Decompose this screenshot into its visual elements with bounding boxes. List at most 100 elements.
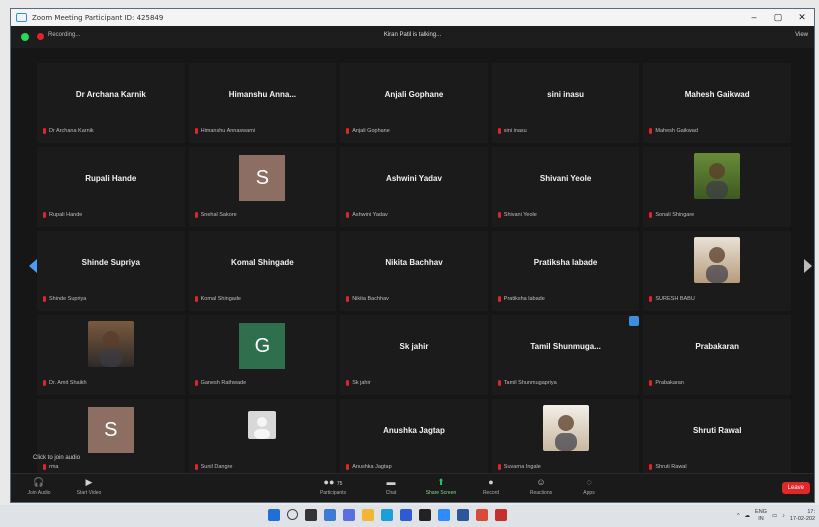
- share-screen-label: Share Screen: [425, 490, 457, 496]
- task-view-icon[interactable]: [305, 509, 317, 521]
- participant-tile[interactable]: Dr Archana Karnik Dr Archana Karnik: [37, 63, 185, 143]
- participant-name-text: Shivani Yeole: [503, 212, 537, 218]
- participant-name-text: Himanshu Annaswami: [200, 128, 256, 134]
- participant-display-name: Anjali Gophane: [384, 90, 444, 100]
- media-icon[interactable]: [495, 509, 507, 521]
- mic-muted-icon: [346, 380, 350, 386]
- record-button[interactable]: ● Record: [469, 477, 513, 496]
- participant-tile[interactable]: Sunil Dangre: [188, 399, 337, 479]
- participant-tile[interactable]: sini inasu sini inasu: [491, 63, 640, 143]
- mic-muted-icon: [194, 212, 198, 218]
- next-page-arrow-icon[interactable]: [804, 259, 812, 273]
- start-menu-icon[interactable]: [268, 509, 280, 521]
- participant-display-name: Prabakaran: [695, 342, 739, 352]
- participant-tile[interactable]: Suvarna Ingale: [491, 399, 640, 479]
- maximize-button[interactable]: ▢: [766, 9, 790, 26]
- language-code: ENG: [755, 509, 767, 515]
- apps-icon: ◌: [586, 477, 592, 487]
- start-video-button[interactable]: ▶ Start Video: [67, 477, 111, 496]
- share-screen-button[interactable]: ⬆ Share Screen: [419, 477, 463, 496]
- participant-tile[interactable]: Anushka Jagtap Anushka Jagtap: [340, 399, 488, 479]
- participant-tile[interactable]: Srma: [37, 399, 185, 479]
- participant-photo: [87, 321, 134, 367]
- widgets-icon[interactable]: [324, 509, 336, 521]
- participant-name-label: Shruti Rawal: [649, 464, 687, 470]
- participant-name-text: Mahesh Gaikwad: [655, 128, 698, 134]
- participant-tile[interactable]: Dr. Amit Shaikh: [37, 315, 185, 395]
- participant-tile[interactable]: Sonali Shingare: [643, 147, 791, 227]
- mic-muted-icon: [346, 128, 350, 134]
- chrome-icon[interactable]: [476, 509, 488, 521]
- apps-button[interactable]: ◌ Apps: [567, 477, 611, 496]
- participant-tile[interactable]: Sk jahir Sk jahir: [340, 315, 488, 395]
- participant-avatar: G: [239, 323, 286, 369]
- participant-tile[interactable]: Rupali Hande Rupali Hande: [37, 147, 185, 227]
- minimize-button[interactable]: –: [742, 9, 766, 26]
- leave-button[interactable]: Leave: [781, 482, 810, 494]
- system-tray: ^ ☁ ENG IN ▭ ♪ 17: 17-02-202: [737, 509, 815, 523]
- zoom-app-icon: [16, 13, 27, 22]
- file-explorer-icon[interactable]: [362, 509, 374, 521]
- participant-name-text: Ashwini Yadav: [352, 212, 388, 218]
- participant-tile[interactable]: Himanshu Anna... Himanshu Annaswami: [188, 63, 337, 143]
- video-off-icon: ▶: [85, 477, 93, 487]
- participant-name-text: Shruti Rawal: [655, 464, 687, 470]
- participant-tile[interactable]: Ashwini Yadav Ashwini Yadav: [340, 147, 488, 227]
- participant-display-name: Anushka Jagtap: [383, 426, 445, 436]
- participant-tile[interactable]: Mahesh Gaikwad Mahesh Gaikwad: [643, 63, 791, 143]
- participant-display-name: Ashwini Yadav: [386, 174, 442, 184]
- join-audio-button[interactable]: 🎧 Join Audio: [17, 477, 61, 496]
- zoom-taskbar-icon[interactable]: [438, 509, 450, 521]
- participant-tile[interactable]: Shinde Supriya Shinde Supriya: [37, 231, 185, 311]
- participant-name-label: Anjali Gophane: [346, 128, 390, 134]
- view-button[interactable]: View: [795, 32, 808, 38]
- edge-browser-icon[interactable]: [381, 509, 393, 521]
- participant-tile[interactable]: Anjali Gophane Anjali Gophane: [340, 63, 488, 143]
- clock[interactable]: 17: 17-02-202: [790, 509, 815, 523]
- participant-tile[interactable]: Nikita Bachhav Nikita Bachhav: [340, 231, 488, 311]
- participant-name-text: Dr Archana Karnik: [49, 128, 94, 134]
- participant-tile[interactable]: Komal Shingade Komal Shingade: [188, 231, 337, 311]
- participant-tile[interactable]: Shruti Rawal Shruti Rawal: [643, 399, 791, 479]
- participant-name-text: Sunil Dangre: [200, 464, 233, 470]
- participant-avatar: S: [239, 155, 286, 201]
- monitor-icon[interactable]: ▭: [772, 513, 777, 519]
- participant-tile[interactable]: Shivani Yeole Shivani Yeole: [491, 147, 640, 227]
- participant-tile[interactable]: S Snehal Sakore: [188, 147, 337, 227]
- word-icon[interactable]: [457, 509, 469, 521]
- record-label: Record: [482, 490, 500, 496]
- participant-avatar: S: [87, 407, 134, 453]
- participant-tile[interactable]: G Ganesh Rathwade: [188, 315, 337, 395]
- participant-tile[interactable]: Tamil Shunmuga... Tamil Shunmugapriya: [491, 315, 640, 395]
- participant-tile[interactable]: Pratiksha labade Pratiksha labade: [491, 231, 640, 311]
- chevron-up-icon[interactable]: ^: [737, 513, 740, 519]
- participant-name-label: Dr Archana Karnik: [43, 128, 94, 134]
- mic-muted-icon: [194, 296, 198, 302]
- close-button[interactable]: ✕: [790, 9, 814, 26]
- participant-display-name: Shivani Yeole: [539, 174, 592, 184]
- onedrive-icon[interactable]: ☁: [745, 513, 751, 519]
- participants-button[interactable]: ●● 75 Participants: [311, 477, 355, 496]
- participant-name-text: Dr. Amit Shaikh: [49, 380, 87, 386]
- clock-time: 17:: [807, 509, 815, 515]
- mic-muted-icon: [649, 212, 653, 218]
- participant-tile[interactable]: Prabakaran Prabakaran: [643, 315, 791, 395]
- speaker-icon[interactable]: ♪: [782, 513, 785, 519]
- search-icon[interactable]: [287, 509, 298, 520]
- previous-page-arrow-icon[interactable]: [29, 259, 37, 273]
- participant-name-text: Sk jahir: [352, 380, 371, 386]
- participant-display-name: Himanshu Anna...: [228, 90, 297, 100]
- participant-tile[interactable]: SURESH BABU: [643, 231, 791, 311]
- app-icon[interactable]: [419, 509, 431, 521]
- chat-app-icon[interactable]: [343, 509, 355, 521]
- reactions-button[interactable]: ☺ Reactions: [519, 477, 563, 496]
- participant-name-text: Komal Shingade: [200, 296, 241, 302]
- chat-button[interactable]: ▬ Chat: [369, 477, 413, 496]
- participant-name-label: Sonali Shingare: [649, 212, 694, 218]
- participant-name-text: Snehal Sakore: [200, 212, 237, 218]
- store-icon[interactable]: [400, 509, 412, 521]
- reactions-label: Reactions: [529, 490, 553, 496]
- language-indicator[interactable]: ENG IN: [755, 509, 767, 523]
- join-audio-hint[interactable]: Click to join audio: [33, 455, 80, 461]
- mic-muted-icon: [194, 464, 198, 470]
